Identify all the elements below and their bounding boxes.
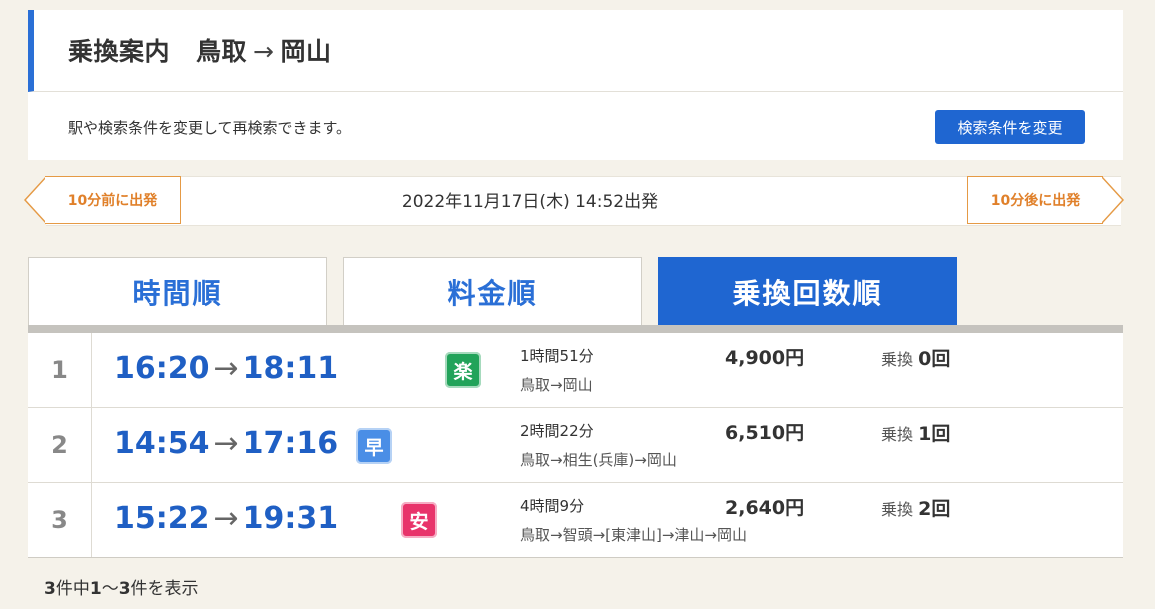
transfer-label: 乗換	[881, 350, 914, 369]
result-duration: 1時間51分	[520, 347, 594, 365]
result-transfers: 乗換 1回	[881, 419, 950, 446]
result-end: 3	[118, 579, 131, 599]
next-10min-button[interactable]: 10分後に出発	[967, 176, 1103, 224]
to-station: 岡山	[280, 37, 332, 66]
depart-time: 16:20	[114, 351, 210, 386]
result-fare: 4,900円	[725, 347, 805, 369]
transfer-label: 乗換	[881, 425, 914, 444]
result-times[interactable]: 14:54 → 17:16	[114, 426, 338, 461]
result-transfers: 乗換 0回	[881, 344, 950, 371]
easy-badge: 楽	[445, 352, 481, 388]
result-row[interactable]: 1 16:20 → 18:11 楽 1時間51分 鳥取→岡山 4,900円 乗換 0…	[28, 333, 1123, 407]
next-chevron-fill	[1101, 177, 1122, 223]
change-conditions-button[interactable]: 検索条件を変更	[935, 110, 1085, 144]
result-times[interactable]: 16:20 → 18:11	[114, 351, 338, 386]
result-fare: 2,640円	[725, 497, 805, 519]
result-row[interactable]: 3 15:22 → 19:31 安 4時間9分 鳥取→智頭→[東津山]→津山→岡山 …	[28, 482, 1123, 557]
route-arrow: →	[253, 37, 275, 66]
result-count-sep: ～	[101, 579, 119, 599]
tab-transfer-order[interactable]: 乗換回数順	[658, 257, 957, 325]
result-total: 3	[44, 579, 56, 599]
transfer-count: 2回	[918, 498, 951, 520]
time-arrow: →	[213, 351, 239, 386]
depart-time: 15:22	[114, 501, 210, 536]
result-count-suffix: 件を表示	[130, 579, 199, 599]
title-label: 乗換案内	[68, 37, 171, 66]
research-note: 駅や検索条件を変更して再検索できます。	[68, 119, 352, 137]
result-rank: 3	[28, 483, 92, 557]
arrive-time: 18:11	[242, 351, 339, 386]
arrive-time: 19:31	[242, 501, 339, 536]
page-title: 乗換案内 鳥取 → 岡山	[68, 32, 332, 68]
result-rank: 1	[28, 333, 92, 407]
search-summary-card: 乗換案内 鳥取 → 岡山 駅や検索条件を変更して再検索できます。 検索条件を変更	[28, 10, 1123, 160]
title-bar: 乗換案内 鳥取 → 岡山	[28, 10, 1123, 92]
result-route: 鳥取→智頭→[東津山]→津山→岡山	[520, 526, 747, 544]
tab-underline	[28, 325, 1123, 333]
transfer-count: 1回	[918, 423, 951, 445]
result-duration: 2時間22分	[520, 422, 594, 440]
result-route: 鳥取→相生(兵庫)→岡山	[520, 451, 677, 469]
transfer-count: 0回	[918, 348, 951, 370]
depart-time: 14:54	[114, 426, 210, 461]
departure-datetime: 2022年11月17日(木) 14:52出発	[401, 192, 659, 212]
time-arrow: →	[213, 426, 239, 461]
results-list: 1 16:20 → 18:11 楽 1時間51分 鳥取→岡山 4,900円 乗換 0…	[28, 333, 1123, 558]
arrive-time: 17:16	[242, 426, 339, 461]
cheap-badge: 安	[401, 502, 437, 538]
result-route: 鳥取→岡山	[520, 376, 593, 394]
tab-time-order[interactable]: 時間順	[28, 257, 327, 325]
tab-fare-order[interactable]: 料金順	[343, 257, 642, 325]
result-row[interactable]: 2 14:54 → 17:16 早 2時間22分 鳥取→相生(兵庫)→岡山 6,51…	[28, 407, 1123, 482]
result-start: 1	[89, 579, 102, 599]
result-count: 3件中1～3件を表示	[44, 574, 199, 599]
result-count-text: 件中	[55, 579, 90, 599]
transfer-label: 乗換	[881, 500, 914, 519]
result-rank: 2	[28, 408, 92, 482]
fast-badge: 早	[356, 428, 392, 464]
result-fare: 6,510円	[725, 422, 805, 444]
time-arrow: →	[213, 501, 239, 536]
result-duration: 4時間9分	[520, 497, 585, 515]
result-times[interactable]: 15:22 → 19:31	[114, 501, 338, 536]
result-transfers: 乗換 2回	[881, 494, 950, 521]
from-station: 鳥取	[196, 37, 248, 66]
